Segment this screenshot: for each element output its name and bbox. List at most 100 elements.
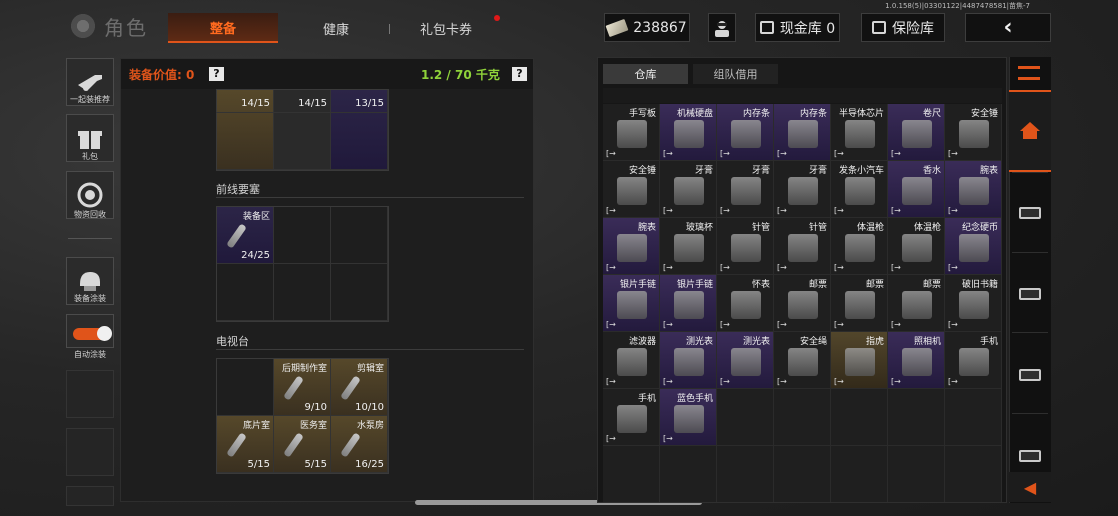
storage-item[interactable]: 安全锤 [→: [603, 161, 660, 218]
storage-item[interactable]: 针管 [→: [774, 218, 831, 275]
storage-item[interactable]: 测光表 [→: [717, 332, 774, 389]
export-icon: [→: [948, 377, 958, 386]
storage-item[interactable]: 邮票 [→: [888, 275, 945, 332]
item-name: 怀表: [751, 280, 770, 290]
section-divider: [216, 349, 524, 350]
export-icon: [→: [663, 206, 673, 215]
vault-button[interactable]: 保险库: [861, 13, 945, 42]
storage-item[interactable]: 安全锤 [→: [945, 104, 1002, 161]
container-box-icon[interactable]: [1019, 288, 1041, 300]
tab-team-borrow[interactable]: 组队借用: [693, 64, 778, 84]
key-count: 5/15: [304, 459, 327, 470]
storage-item[interactable]: 内存条 [→: [717, 104, 774, 161]
storage-item[interactable]: 香水 [→: [888, 161, 945, 218]
auto-paint-toggle[interactable]: [66, 314, 114, 348]
key-slot[interactable]: 后期制作室 9/10: [274, 359, 331, 416]
avatar-button[interactable]: [708, 13, 736, 42]
export-icon: [→: [606, 263, 616, 272]
key-slot[interactable]: 剪辑室 10/10: [331, 359, 388, 416]
storage-item[interactable]: 邮票 [→: [831, 275, 888, 332]
storage-item[interactable]: 牙膏 [→: [660, 161, 717, 218]
key-slot[interactable]: 水泵房 16/25: [331, 416, 388, 473]
storage-item[interactable]: 邮票 [→: [774, 275, 831, 332]
tab-health[interactable]: 健康: [288, 13, 384, 43]
storage-item[interactable]: 银片手链 [→: [660, 275, 717, 332]
storage-item[interactable]: 怀表 [→: [717, 275, 774, 332]
storage-empty-slot[interactable]: [603, 446, 660, 502]
storage-item[interactable]: 机械硬盘 [→: [660, 104, 717, 161]
storage-item[interactable]: 牙膏 [→: [774, 161, 831, 218]
container-box-icon[interactable]: [1019, 450, 1041, 462]
tab-equip[interactable]: 整备: [168, 13, 278, 43]
export-icon: [→: [606, 377, 616, 386]
storage-item[interactable]: 半导体芯片 [→: [831, 104, 888, 161]
storage-item[interactable]: 发条小汽车 [→: [831, 161, 888, 218]
storage-item[interactable]: 内存条 [→: [774, 104, 831, 161]
storage-item[interactable]: 体温枪 [→: [831, 218, 888, 275]
storage-item[interactable]: 体温枪 [→: [888, 218, 945, 275]
storage-item[interactable]: 腕表 [→: [945, 161, 1002, 218]
key-slot[interactable]: [217, 359, 274, 416]
key-slot[interactable]: 医务室 5/15: [274, 416, 331, 473]
storage-item[interactable]: 牙膏 [→: [717, 161, 774, 218]
storage-empty-slot[interactable]: [945, 389, 1002, 446]
key-slot[interactable]: [331, 264, 388, 321]
sort-icon[interactable]: [1018, 66, 1040, 80]
storage-item[interactable]: 滤波器 [→: [603, 332, 660, 389]
export-icon: [→: [777, 320, 787, 329]
storage-empty-slot[interactable]: [945, 446, 1002, 502]
storage-item[interactable]: 安全绳 [→: [774, 332, 831, 389]
storage-item[interactable]: 银片手链 [→: [603, 275, 660, 332]
storage-empty-slot[interactable]: [717, 446, 774, 502]
help-icon[interactable]: ?: [512, 67, 527, 81]
key-slot[interactable]: 14/15: [274, 90, 331, 170]
item-image-icon: [617, 348, 647, 376]
storage-item[interactable]: 照相机 [→: [888, 332, 945, 389]
storage-item[interactable]: 纪念硬币 [→: [945, 218, 1002, 275]
export-icon: [→: [663, 149, 673, 158]
storage-empty-slot[interactable]: [888, 446, 945, 502]
export-icon: [→: [891, 263, 901, 272]
key-slot[interactable]: 底片室 5/15: [217, 416, 274, 473]
sidebar-label: 装备涂装: [74, 294, 106, 303]
storage-empty-slot[interactable]: [774, 446, 831, 502]
key-slot[interactable]: [274, 207, 331, 264]
tab-storage[interactable]: 仓库: [603, 64, 688, 84]
storage-item[interactable]: 蓝色手机 [→: [660, 389, 717, 446]
storage-item[interactable]: 卷尺 [→: [888, 104, 945, 161]
key-slot[interactable]: [217, 264, 274, 321]
storage-item[interactable]: 针管 [→: [717, 218, 774, 275]
storage-item[interactable]: 破旧书籍 [→: [945, 275, 1002, 332]
vault-label: 保险库: [892, 20, 934, 37]
storage-empty-slot[interactable]: [717, 389, 774, 446]
storage-item[interactable]: 测光表 [→: [660, 332, 717, 389]
collapse-nav-button[interactable]: ◀: [1009, 472, 1051, 502]
storage-empty-slot[interactable]: [888, 389, 945, 446]
cash-store-button[interactable]: 现金库 0: [755, 13, 840, 42]
storage-item[interactable]: 指虎 [→: [831, 332, 888, 389]
container-box-icon[interactable]: [1019, 207, 1041, 219]
back-button[interactable]: ‹: [965, 13, 1051, 42]
storage-empty-slot[interactable]: [831, 389, 888, 446]
storage-empty-slot[interactable]: [831, 446, 888, 502]
key-slot[interactable]: [274, 264, 331, 321]
export-icon: [→: [663, 320, 673, 329]
storage-empty-slot[interactable]: [660, 446, 717, 502]
storage-item[interactable]: 玻璃杯 [→: [660, 218, 717, 275]
storage-item[interactable]: 手机 [→: [945, 332, 1002, 389]
help-icon[interactable]: ?: [209, 67, 224, 81]
storage-item[interactable]: 腕表 [→: [603, 218, 660, 275]
key-count: 16/25: [355, 459, 384, 470]
key-name: 底片室: [242, 421, 270, 431]
key-slot[interactable]: 14/15: [217, 90, 274, 170]
storage-item[interactable]: 手写板 [→: [603, 104, 660, 161]
storage-item[interactable]: 手机 [→: [603, 389, 660, 446]
key-slot[interactable]: 装备区 24/25: [217, 207, 274, 264]
export-icon: [→: [834, 149, 844, 158]
key-slot[interactable]: 13/15: [331, 90, 388, 170]
storage-empty-slot[interactable]: [774, 389, 831, 446]
key-slot[interactable]: [331, 207, 388, 264]
container-box-icon[interactable]: [1019, 369, 1041, 381]
tab-gift-cards[interactable]: 礼包卡券: [394, 13, 498, 43]
item-name: 安全绳: [799, 337, 827, 347]
